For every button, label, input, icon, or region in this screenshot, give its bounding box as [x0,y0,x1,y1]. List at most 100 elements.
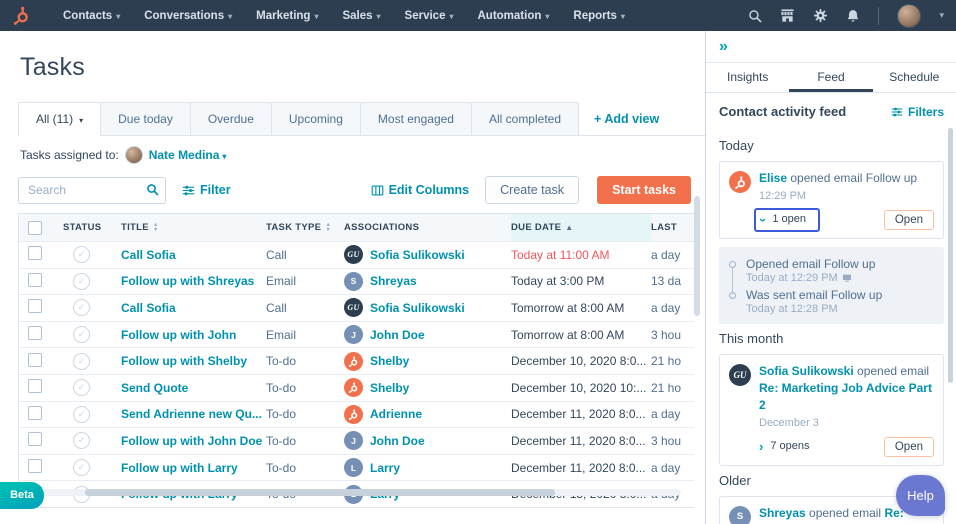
help-button[interactable]: Help [896,475,945,516]
collapse-panel-icon[interactable]: » [719,38,728,56]
last-contacted: a day [651,248,694,262]
association-link[interactable]: John Doe [370,328,425,342]
chevron-down-icon: ▾ [222,152,226,161]
assignee-dropdown[interactable]: Nate Medina▾ [149,148,227,162]
feed-section-title: Today [719,138,944,153]
opens-expander[interactable]: ›7 opens [759,439,810,454]
add-view-button[interactable]: + Add view [594,112,659,126]
email-subject-link[interactable]: Re: Marketing Job Advice Part 2 [759,381,932,412]
column-header-associations[interactable]: ASSOCIATIONS [344,214,511,241]
panel-tab-feed[interactable]: Feed [789,63,872,92]
hubspot-logo-icon[interactable] [12,6,31,25]
task-title-link[interactable]: Call Sofia [121,248,176,262]
nav-item-conversations[interactable]: Conversations▾ [134,6,242,26]
association-link[interactable]: Shelby [370,354,409,368]
search-input[interactable] [18,177,166,204]
column-header-task-type[interactable]: TASK TYPE▲▼ [266,214,344,241]
chevron-down-icon: ▾ [621,12,625,21]
association-link[interactable]: Sofia Sulikowski [370,248,465,262]
task-title-link[interactable]: Call Sofia [121,301,176,315]
panel-tab-insights[interactable]: Insights [706,63,789,92]
tab-most-engaged[interactable]: Most engaged [360,102,472,136]
horizontal-scrollbar[interactable] [85,489,555,496]
nav-item-marketing[interactable]: Marketing▾ [246,6,328,26]
task-title-link[interactable]: Send Adrienne new Qu... [121,407,262,421]
complete-task-toggle[interactable]: ✓ [73,353,90,370]
task-title-link[interactable]: Follow up with Shreyas [121,274,254,288]
select-all-checkbox[interactable] [28,221,42,235]
complete-task-toggle[interactable]: ✓ [73,326,90,343]
tab-all-11[interactable]: All (11)▾ [18,102,101,136]
due-date: Today at 11:00 AM [511,248,651,262]
tab-overdue[interactable]: Overdue [190,102,272,136]
row-checkbox[interactable] [28,273,42,287]
hubspot-contact-avatar [729,171,751,193]
complete-task-toggle[interactable]: ✓ [73,379,90,396]
panel-scrollbar[interactable] [948,128,953,383]
complete-task-toggle[interactable]: ✓ [73,273,90,290]
tab-upcoming[interactable]: Upcoming [271,102,361,136]
column-header-title[interactable]: TITLE▲▼ [121,214,266,241]
column-header-last[interactable]: LAST [651,214,694,241]
complete-task-toggle[interactable]: ✓ [73,246,90,263]
complete-task-toggle[interactable]: ✓ [73,459,90,476]
complete-task-toggle[interactable]: ✓ [73,299,90,316]
row-checkbox[interactable] [28,379,42,393]
contact-link[interactable]: Elise [759,171,787,185]
table-row: ✓Follow up with LarryTo-doLLarryDecember… [19,454,694,481]
open-email-button[interactable]: Open [884,210,934,230]
nav-item-reports[interactable]: Reports▾ [563,6,634,26]
filter-button[interactable]: Filter [182,183,231,197]
column-header-due-date[interactable]: DUE DATE▲ [511,214,651,241]
association-link[interactable]: Shelby [370,381,409,395]
association-link[interactable]: Shreyas [370,274,417,288]
table-vertical-scrollbar[interactable] [694,196,700,316]
tasks-table: STATUS TITLE▲▼ TASK TYPE▲▼ ASSOCIATIONS … [18,213,694,508]
task-title-link[interactable]: Follow up with John Doe [121,434,262,448]
search-icon[interactable] [748,9,762,23]
row-checkbox[interactable] [28,459,42,473]
panel-tab-schedule[interactable]: Schedule [873,63,956,92]
contact-link[interactable]: Sofia Sulikowski [759,364,854,378]
nav-item-contacts[interactable]: Contacts▾ [53,6,130,26]
opens-expander[interactable]: ›1 open [754,208,820,231]
chevron-down-icon[interactable]: ▾ [939,10,944,21]
association-link[interactable]: Sofia Sulikowski [370,301,465,315]
open-email-button[interactable]: Open [884,437,934,457]
row-checkbox[interactable] [28,326,42,340]
task-title-link[interactable]: Follow up with Shelby [121,354,247,368]
user-avatar[interactable] [897,4,921,28]
tab-all-completed[interactable]: All completed [471,102,579,136]
row-checkbox[interactable] [28,246,42,260]
feed-filters-button[interactable]: Filters [891,105,944,119]
row-checkbox[interactable] [28,406,42,420]
search-icon[interactable] [146,183,159,201]
hubspot-tasks-app: Contacts▾Conversations▾Marketing▾Sales▾S… [0,0,956,524]
complete-task-toggle[interactable]: ✓ [73,432,90,449]
feed-timestamp: 12:29 PM [759,189,934,204]
nav-item-automation[interactable]: Automation▾ [468,6,560,26]
row-checkbox[interactable] [28,353,42,367]
settings-icon[interactable] [813,8,828,23]
start-tasks-button[interactable]: Start tasks [597,176,691,204]
row-checkbox[interactable] [28,299,42,313]
task-title-link[interactable]: Follow up with Larry [121,461,238,475]
contact-link[interactable]: Shreyas [759,506,806,520]
edit-columns-button[interactable]: Edit Columns [371,183,470,197]
association-link[interactable]: Larry [370,461,400,475]
task-title-link[interactable]: Send Quote [121,381,188,395]
task-title-link[interactable]: Follow up with John [121,328,236,342]
create-task-button[interactable]: Create task [485,176,579,204]
association-link[interactable]: Adrienne [370,407,422,421]
association-link[interactable]: John Doe [370,434,425,448]
tab-due-today[interactable]: Due today [100,102,191,136]
hubspot-contact-avatar [344,378,363,397]
row-checkbox[interactable] [28,432,42,446]
nav-item-service[interactable]: Service▾ [395,6,464,26]
complete-task-toggle[interactable]: ✓ [73,406,90,423]
notifications-icon[interactable] [846,9,860,23]
column-header-status[interactable]: STATUS [63,214,121,241]
nav-item-sales[interactable]: Sales▾ [332,6,390,26]
marketplace-icon[interactable] [780,8,795,23]
hubspot-contact-avatar [344,352,363,371]
